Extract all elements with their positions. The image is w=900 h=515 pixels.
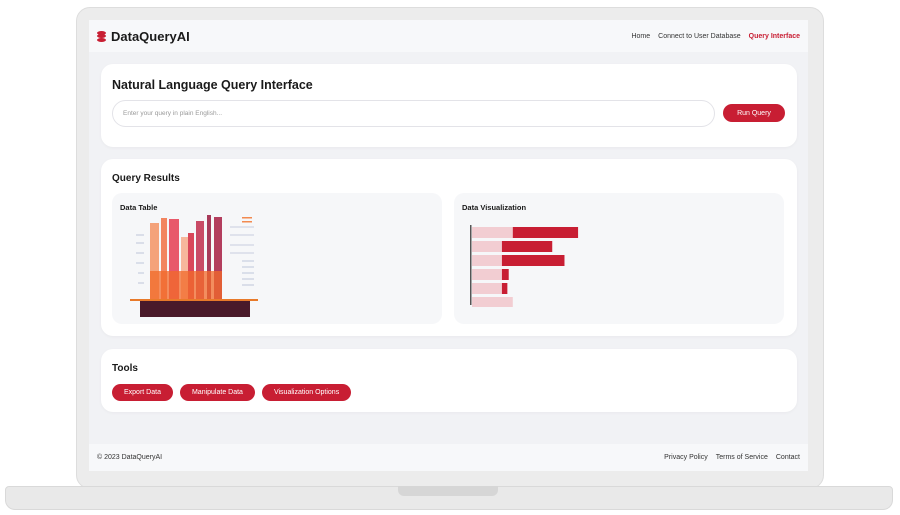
table-glyph-baseline	[130, 299, 258, 301]
chart-bar-value	[501, 255, 565, 266]
app-screen: DataQueryAI Home Connect to User Databas…	[89, 20, 808, 471]
data-table-render	[130, 215, 258, 317]
table-glyph-accents	[242, 217, 252, 223]
query-card: Natural Language Query Interface Run Que…	[101, 64, 797, 147]
chart-bar-base	[472, 255, 502, 266]
chart-bar-value	[512, 227, 579, 238]
laptop-notch	[398, 486, 498, 496]
data-visualization-panel: Data Visualization	[454, 193, 784, 324]
laptop-frame: DataQueryAI Home Connect to User Databas…	[0, 0, 900, 515]
data-table-panel: Data Table	[112, 193, 442, 324]
data-visualization-title: Data Visualization	[462, 203, 527, 212]
run-query-button[interactable]: Run Query	[723, 104, 785, 122]
export-data-button[interactable]: Export Data	[112, 384, 173, 401]
data-table-title: Data Table	[120, 203, 158, 212]
footer-link-contact[interactable]: Contact	[776, 454, 800, 461]
footer-link-terms[interactable]: Terms of Service	[716, 454, 768, 461]
footer-link-privacy[interactable]: Privacy Policy	[664, 454, 708, 461]
brand[interactable]: DataQueryAI	[97, 29, 190, 44]
chart-bar-base	[472, 227, 513, 238]
results-card: Query Results Data Table Data Visualizat…	[101, 159, 797, 336]
chart-bar-base	[472, 283, 502, 294]
footer-links: Privacy Policy Terms of Service Contact	[664, 454, 800, 461]
results-title: Query Results	[112, 173, 180, 184]
table-glyph-footer	[140, 301, 250, 317]
app-header: DataQueryAI Home Connect to User Databas…	[89, 20, 808, 52]
table-glyph-columns	[150, 215, 222, 299]
tools-title: Tools	[112, 363, 138, 374]
chart-bar-base	[472, 269, 502, 280]
query-input[interactable]	[112, 100, 715, 127]
app-footer: © 2023 DataQueryAI Privacy Policy Terms …	[89, 444, 808, 471]
nav-query-interface[interactable]: Query Interface	[749, 33, 800, 40]
chart-bar-base	[472, 241, 502, 252]
tools-card: Tools Export Data Manipulate Data Visual…	[101, 349, 797, 412]
nav-connect-database[interactable]: Connect to User Database	[658, 33, 741, 40]
database-icon	[97, 30, 106, 42]
visualization-options-button[interactable]: Visualization Options	[261, 384, 352, 401]
copyright: © 2023 DataQueryAI	[97, 454, 163, 461]
query-title: Natural Language Query Interface	[112, 78, 313, 92]
brand-name: DataQueryAI	[111, 28, 190, 44]
manipulate-data-button[interactable]: Manipulate Data	[179, 384, 255, 401]
nav-home[interactable]: Home	[631, 33, 650, 40]
tools-buttons: Export Data Manipulate Data Visualizatio…	[112, 384, 352, 401]
chart-bar-value	[501, 269, 509, 280]
main-nav: Home Connect to User Database Query Inte…	[631, 33, 800, 40]
chart-bar-value	[501, 283, 508, 294]
chart-bar-base	[472, 297, 513, 307]
chart-axis	[470, 225, 472, 305]
chart-bar-value	[501, 241, 553, 252]
data-visualization-chart	[470, 225, 579, 307]
